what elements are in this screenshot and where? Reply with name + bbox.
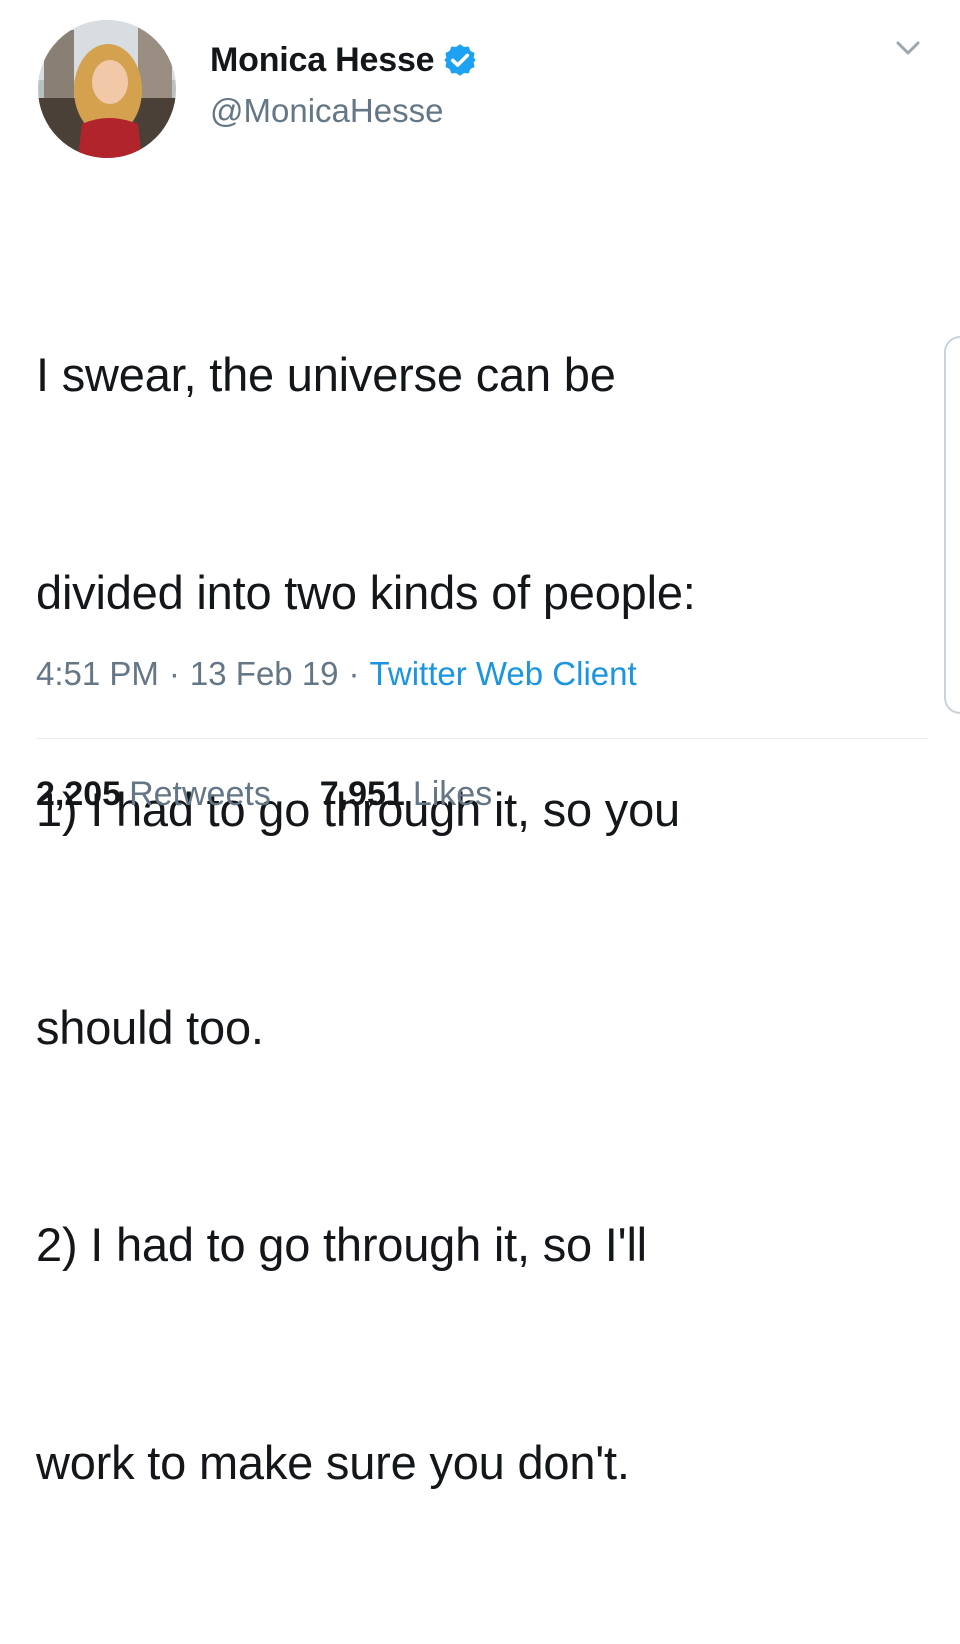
avatar-photo <box>38 20 176 158</box>
tweet-meta: 4:51 PM · 13 Feb 19 · Twitter Web Client <box>36 655 637 693</box>
verified-badge-icon <box>444 44 477 76</box>
retweets-count: 2,205 <box>36 775 122 813</box>
tweet-text-line: divided into two kinds of people: <box>36 565 696 619</box>
tweet-time[interactable]: 4:51 PM <box>36 655 159 692</box>
retweets-label: Retweets <box>129 775 271 813</box>
likes-label: Likes <box>412 775 493 813</box>
tweet-text-line: 2) I had to go through it, so I'll <box>36 1218 647 1271</box>
display-name-row: Monica Hesse <box>210 38 478 82</box>
avatar[interactable] <box>38 20 176 158</box>
tweet-card: Monica Hesse @MonicaHesse I swear, the u… <box>0 0 960 1489</box>
tweet-text-line: should too. <box>36 1000 264 1054</box>
likes-count: 7,951 <box>319 775 405 813</box>
meta-separator: · <box>348 655 360 692</box>
tweet-text-line: I swear, the universe can be <box>36 348 616 401</box>
tweet-stats: 2,205 Retweets 7,951 Likes <box>36 775 492 814</box>
scrollbar-edge[interactable] <box>944 336 960 714</box>
likes-stat[interactable]: 7,951 Likes <box>320 775 492 813</box>
chevron-down-icon[interactable] <box>888 34 928 64</box>
tweet-text-line: work to make sure you don't. <box>36 1435 630 1489</box>
retweets-stat[interactable]: 2,205 Retweets <box>36 775 280 813</box>
divider <box>36 738 928 739</box>
tweet-source-link[interactable]: Twitter Web Client <box>370 655 637 692</box>
user-handle[interactable]: @MonicaHesse <box>210 92 443 130</box>
tweet-date[interactable]: 13 Feb 19 <box>190 655 339 692</box>
meta-separator: · <box>168 655 180 692</box>
tweet-text: I swear, the universe can be divided int… <box>36 194 916 1644</box>
display-name[interactable]: Monica Hesse <box>210 41 435 80</box>
